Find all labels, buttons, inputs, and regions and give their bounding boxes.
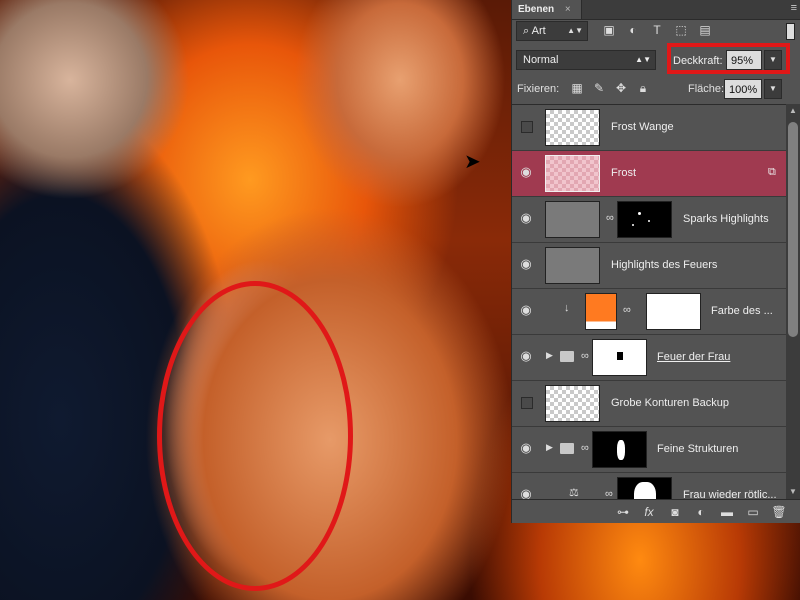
chevron-down-icon: ▲▼ bbox=[635, 55, 651, 64]
layer-row[interactable]: ◉ ↓ ∞ Farbe des ... bbox=[512, 289, 786, 335]
layer-thumbnail bbox=[545, 201, 600, 238]
layer-name: Grobe Konturen Backup bbox=[611, 397, 730, 409]
visibility-toggle[interactable] bbox=[521, 121, 533, 133]
layer-list: Frost Wange ◉ Frost ⧉ ◉ ∞ Sparks Highlig… bbox=[512, 104, 786, 500]
layer-mask-thumbnail[interactable] bbox=[617, 201, 672, 238]
clipping-arrow-icon: ↓ bbox=[564, 302, 570, 314]
link-icon[interactable]: ∞ bbox=[581, 350, 589, 362]
filter-toggle[interactable] bbox=[786, 23, 795, 40]
scroll-up-icon[interactable]: ▲ bbox=[786, 104, 800, 118]
layers-panel: Ebenen × ≡ ⌕ Art ▲▼ ▣ ◐ T ⬚ ▤ Normal ▲▼ … bbox=[511, 0, 800, 523]
shape-filter-icon[interactable]: ⬚ bbox=[672, 21, 690, 39]
layer-name: Feuer der Frau bbox=[657, 351, 731, 363]
layer-row-selected[interactable]: ◉ Frost ⧉ bbox=[512, 151, 786, 197]
new-adjustment-icon[interactable]: ◐ bbox=[693, 504, 709, 520]
link-icon[interactable]: ∞ bbox=[623, 304, 631, 316]
fill-input[interactable]: 100% bbox=[724, 79, 762, 99]
layer-filter-row: ⌕ Art ▲▼ ▣ ◐ T ⬚ ▤ bbox=[516, 21, 797, 43]
layer-mask-thumbnail[interactable] bbox=[592, 339, 647, 376]
lock-row: Fixieren: ▦ ✎ ✥ 🔒︎ Fläche: 100% ▼ bbox=[516, 78, 797, 100]
delete-layer-icon[interactable]: 🗑︎ bbox=[771, 504, 787, 520]
visibility-toggle[interactable] bbox=[521, 397, 533, 409]
lock-label: Fixieren: bbox=[517, 83, 560, 95]
layer-mask-thumbnail[interactable] bbox=[646, 293, 701, 330]
mouse-cursor-icon: ➤ bbox=[464, 151, 481, 173]
eye-icon[interactable]: ◉ bbox=[518, 210, 534, 226]
blend-mode-select[interactable]: Normal ▲▼ bbox=[516, 50, 656, 70]
lock-position-icon[interactable]: ✥ bbox=[612, 79, 630, 97]
balance-adjustment-icon: ⚖ bbox=[569, 487, 579, 499]
folder-icon bbox=[560, 443, 574, 454]
scroll-thumb[interactable] bbox=[788, 122, 798, 337]
fill-dropdown-button[interactable]: ▼ bbox=[764, 79, 782, 99]
tab-layers[interactable]: Ebenen × bbox=[512, 0, 582, 19]
annotation-ellipse bbox=[157, 281, 353, 591]
adjustment-filter-icon[interactable]: ◐ bbox=[624, 21, 642, 39]
eye-icon[interactable]: ◉ bbox=[518, 486, 534, 500]
image-filter-icon[interactable]: ▣ bbox=[600, 21, 618, 39]
layer-row[interactable]: ◉ ∞ Sparks Highlights bbox=[512, 197, 786, 243]
layer-filter-select[interactable]: ⌕ Art ▲▼ bbox=[516, 21, 588, 41]
layer-row[interactable]: ◉ Highlights des Feuers bbox=[512, 243, 786, 289]
lock-all-icon[interactable]: 🔒︎ bbox=[634, 79, 652, 97]
layer-name: Sparks Highlights bbox=[683, 213, 769, 225]
expand-arrow-icon[interactable]: ▶ bbox=[546, 442, 553, 453]
opacity-label: Deckkraft: bbox=[673, 55, 723, 67]
add-mask-icon[interactable]: ◙ bbox=[667, 504, 683, 520]
new-group-icon[interactable]: ▬ bbox=[719, 504, 735, 520]
link-icon[interactable]: ∞ bbox=[581, 442, 589, 454]
type-filter-icon[interactable]: T bbox=[648, 21, 666, 39]
layer-name: Farbe des ... bbox=[711, 305, 773, 317]
eye-icon[interactable]: ◉ bbox=[518, 302, 534, 318]
lock-image-icon[interactable]: ✎ bbox=[590, 79, 608, 97]
eye-icon[interactable]: ◉ bbox=[518, 256, 534, 272]
layer-list-scrollbar[interactable]: ▲ ▼ bbox=[786, 104, 800, 499]
layer-name: Frost Wange bbox=[611, 121, 674, 133]
scroll-down-icon[interactable]: ▼ bbox=[786, 485, 800, 499]
fill-color-thumbnail[interactable] bbox=[585, 293, 617, 330]
layer-mask-thumbnail[interactable] bbox=[592, 431, 647, 468]
smart-object-filter-icon[interactable]: ▤ bbox=[696, 21, 714, 39]
panel-menu-icon[interactable]: ≡ bbox=[791, 2, 798, 14]
layer-mask-thumbnail[interactable] bbox=[617, 477, 672, 500]
layer-row[interactable]: ◉ ▶ ∞ Feuer der Frau bbox=[512, 335, 786, 381]
layer-thumbnail bbox=[545, 155, 600, 192]
link-icon[interactable]: ∞ bbox=[606, 212, 614, 224]
layer-row[interactable]: ◉ ⚖ ∞ Frau wieder rötlic... bbox=[512, 473, 786, 500]
layer-name: Frost bbox=[611, 167, 637, 179]
layer-row[interactable]: Grobe Konturen Backup bbox=[512, 381, 786, 427]
layer-name: Highlights des Feuers bbox=[611, 259, 718, 271]
panel-footer: ⊶ fx ◙ ◐ ▬ ▭ 🗑︎ bbox=[512, 499, 800, 523]
layer-filter-value: Art bbox=[531, 25, 546, 37]
link-layers-icon[interactable]: ⊶ bbox=[615, 504, 631, 520]
expand-arrow-icon[interactable]: ▶ bbox=[546, 350, 553, 361]
fill-label: Fläche: bbox=[688, 83, 725, 95]
layer-name: Feine Strukturen bbox=[657, 443, 739, 455]
eye-icon[interactable]: ◉ bbox=[518, 164, 534, 180]
blend-row: Normal ▲▼ Deckkraft: 95% ▼ bbox=[516, 43, 797, 74]
new-layer-icon[interactable]: ▭ bbox=[745, 504, 761, 520]
panel-tab-bar: Ebenen × ≡ bbox=[512, 0, 800, 20]
close-icon[interactable]: × bbox=[565, 4, 571, 15]
lock-transparency-icon[interactable]: ▦ bbox=[568, 79, 586, 97]
layer-row[interactable]: ◉ ▶ ∞ Feine Strukturen bbox=[512, 427, 786, 473]
fx-icon[interactable]: fx bbox=[641, 504, 657, 520]
blend-mode-value: Normal bbox=[523, 54, 559, 66]
layer-thumbnail bbox=[545, 385, 600, 422]
eye-icon[interactable]: ◉ bbox=[518, 440, 534, 456]
tab-layers-label: Ebenen bbox=[518, 4, 555, 15]
folder-icon bbox=[560, 351, 574, 362]
layer-thumbnail bbox=[545, 109, 600, 146]
opacity-input[interactable]: 95% bbox=[726, 50, 762, 70]
chevron-down-icon: ▲▼ bbox=[567, 26, 583, 35]
eye-icon[interactable]: ◉ bbox=[518, 348, 534, 364]
layer-row[interactable]: Frost Wange bbox=[512, 105, 786, 151]
layer-thumbnail bbox=[545, 247, 600, 284]
smart-filter-icon: ⧉ bbox=[768, 166, 776, 178]
opacity-dropdown-button[interactable]: ▼ bbox=[764, 50, 782, 70]
